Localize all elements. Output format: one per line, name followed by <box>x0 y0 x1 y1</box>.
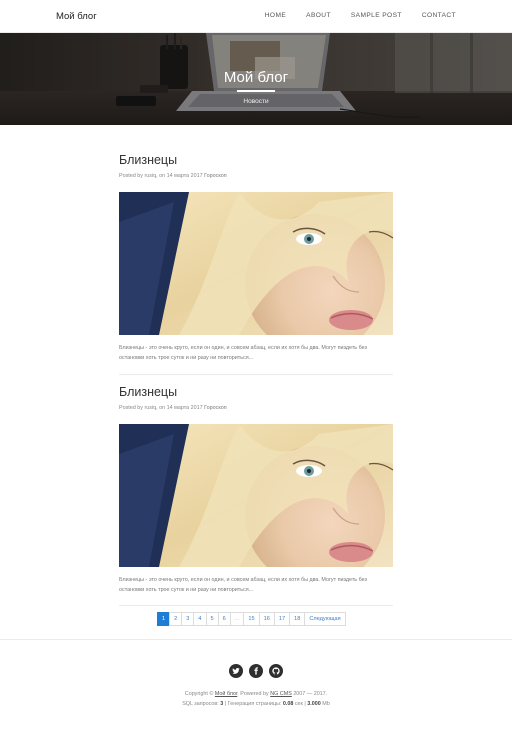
mem-value: 3.000 <box>307 701 321 707</box>
post-meta: Posted by rusiq, on 14 марта 2017 Гороск… <box>119 405 393 411</box>
post-image[interactable] <box>119 424 393 567</box>
next-page-link[interactable]: Следующая <box>304 612 346 626</box>
post-photo <box>119 192 393 335</box>
post-meta: Posted by rusiq, on 14 марта 2017 Гороск… <box>119 173 393 179</box>
post-image[interactable] <box>119 192 393 335</box>
page-link-18[interactable]: 18 <box>289 612 306 626</box>
nav-about-link[interactable]: ABOUT <box>306 12 331 19</box>
pagination: 1 2 3 4 5 6 ... 15 16 17 18 Следующая <box>157 612 346 626</box>
footer-years: 2007 — 2017. <box>293 691 328 697</box>
post-preview: Близнецы Posted by rusiq, on 14 марта 20… <box>119 385 393 595</box>
footer-stats: SQL запросов: 3 | Генерация страницы: 0.… <box>0 701 512 707</box>
page-link-16[interactable]: 16 <box>258 612 275 626</box>
brand-link[interactable]: Мой блог <box>56 11 97 22</box>
post-meta-text: Posted by rusiq, on 14 марта 2017 <box>119 173 203 179</box>
gen-label: | Генерация страницы: <box>224 701 282 707</box>
post-divider <box>119 374 393 375</box>
footer-site-link[interactable]: Мой блог <box>215 691 237 697</box>
post-category-link[interactable]: Гороскоп <box>204 173 227 179</box>
post-excerpt: Близнецы - это очень круто, если он один… <box>119 577 367 593</box>
gen-unit: сек | <box>294 701 306 707</box>
top-navbar: Мой блог HOME ABOUT SAMPLE POST CONTACT <box>0 0 512 33</box>
nav-contact-link[interactable]: CONTACT <box>422 12 456 19</box>
nav-menu: HOME ABOUT SAMPLE POST CONTACT <box>245 12 456 19</box>
powered-text: . Powered by <box>237 691 269 697</box>
hero-header: Мой блог Новости <box>0 33 512 125</box>
social-links <box>229 664 283 678</box>
footer-copyright: Copyright © Мой блог. Powered by NG CMS … <box>0 691 512 697</box>
hero-title: Мой блог <box>223 69 289 86</box>
facebook-icon[interactable] <box>249 664 263 678</box>
mem-unit: Mb <box>322 701 330 707</box>
nav-home-link[interactable]: HOME <box>265 12 286 19</box>
footer-cms-link[interactable]: NG CMS <box>270 691 292 697</box>
post-excerpt: Близнецы - это очень круто, если он один… <box>119 345 367 361</box>
gen-time: 0.08 <box>282 701 294 707</box>
post-photo <box>119 424 393 567</box>
copyright-text: Copyright © <box>184 691 214 697</box>
post-title-link[interactable]: Близнецы <box>119 385 393 399</box>
github-icon[interactable] <box>269 664 283 678</box>
page-link-15[interactable]: 15 <box>243 612 260 626</box>
footer-divider <box>0 639 512 640</box>
post-meta-text: Posted by rusiq, on 14 марта 2017 <box>119 405 203 411</box>
post-preview: Близнецы Posted by rusiq, on 14 марта 20… <box>119 153 393 363</box>
post-title-link[interactable]: Близнецы <box>119 153 393 167</box>
post-category-link[interactable]: Гороскоп <box>204 405 227 411</box>
nav-sample-post-link[interactable]: SAMPLE POST <box>351 12 402 19</box>
page-ellipsis: ... <box>229 612 245 626</box>
page-link-17[interactable]: 17 <box>273 612 291 626</box>
post-divider <box>119 605 393 606</box>
hero-subtitle: Новости <box>243 98 269 105</box>
twitter-icon[interactable] <box>229 664 243 678</box>
hero-divider <box>237 90 275 92</box>
sql-label: SQL запросов: <box>182 701 219 707</box>
sql-count: 3 <box>220 701 224 707</box>
